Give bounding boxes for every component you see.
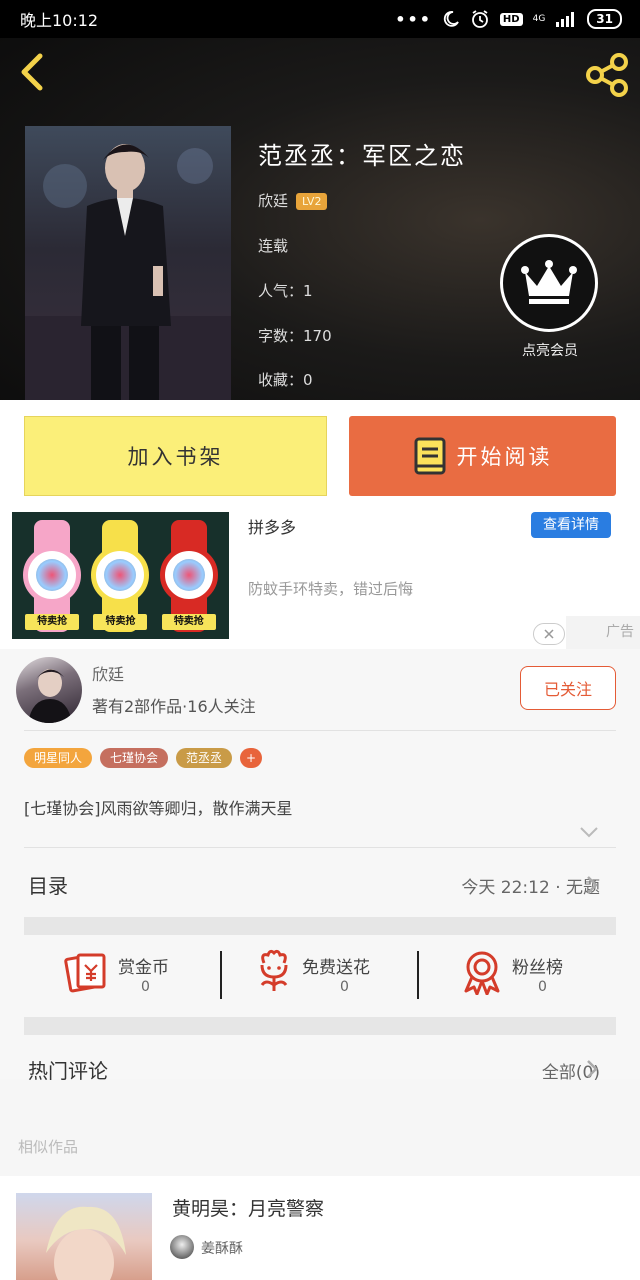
similar-work-author: 姜酥酥 bbox=[201, 1241, 243, 1257]
start-reading-button[interactable]: 开始阅读 bbox=[349, 416, 616, 496]
red-envelope-icon bbox=[64, 953, 106, 993]
stat-separator bbox=[220, 951, 222, 999]
hd-icon: HD bbox=[499, 12, 523, 26]
action-bar: 加入书架 开始阅读 bbox=[0, 400, 640, 512]
ad-name: 拼多多 bbox=[248, 518, 297, 537]
book-description: [七瑾协会]风雨欲等卿归，散作满天星 bbox=[24, 799, 293, 818]
cover-figure bbox=[25, 144, 231, 400]
status-bar: 晚上10:12 ••• HD 4G 31 bbox=[0, 0, 640, 38]
ad-product-yellow: 特卖抢 bbox=[89, 519, 151, 632]
vip-label: 点亮会员 bbox=[522, 343, 578, 359]
medal-icon bbox=[464, 951, 500, 995]
add-to-shelf-button[interactable]: 加入书架 bbox=[24, 416, 327, 496]
author-row: 欣廷 LV2 bbox=[258, 190, 328, 211]
send-flower-count: 0 bbox=[340, 979, 349, 995]
catalog-chevron-icon[interactable] bbox=[584, 874, 600, 896]
start-reading-label: 开始阅读 bbox=[456, 445, 553, 469]
card-author-name[interactable]: 欣廷 bbox=[92, 661, 124, 685]
hot-comments-title: 热门评论 bbox=[28, 1059, 108, 1083]
ad-close-icon[interactable] bbox=[533, 623, 565, 645]
divider bbox=[24, 730, 616, 731]
divider bbox=[24, 847, 616, 848]
ad-product-pink: 特卖抢 bbox=[21, 519, 83, 632]
crown-icon bbox=[500, 234, 598, 332]
similar-work-item[interactable]: 黄明昊：月亮警察 姜酥酥 bbox=[0, 1176, 640, 1280]
status-time: 晚上10:12 bbox=[20, 11, 99, 30]
author-stats: 著有2部作品·16人关注 bbox=[92, 697, 256, 716]
flower-icon bbox=[260, 949, 288, 991]
fan-ranking-count: 0 bbox=[538, 979, 547, 995]
fan-ranking-label: 粉丝榜 bbox=[512, 958, 563, 978]
ad-label: 广告 bbox=[566, 616, 640, 649]
ad-detail-button[interactable]: 查看详情 bbox=[531, 512, 611, 538]
network-type: 4G bbox=[532, 13, 546, 24]
similar-author-avatar bbox=[170, 1235, 194, 1259]
section-band bbox=[24, 917, 616, 935]
stat-separator bbox=[417, 951, 419, 999]
ad-banner[interactable]: 特卖抢 特卖抢 特卖抢 拼多多 防蚊手环特卖，错过后悔 查看详情 广告 bbox=[0, 512, 640, 649]
book-cover[interactable] bbox=[25, 126, 231, 400]
comments-chevron-icon[interactable] bbox=[584, 1058, 600, 1080]
book-header: 晚上10:12 ••• HD 4G 31 范丞丞：军区之恋 欣廷 LV2 连载 … bbox=[0, 0, 640, 400]
book-detail-card: 欣廷 著有2部作品·16人关注 已关注 明星同人 七瑾协会 范丞丞 + [七瑾协… bbox=[0, 649, 640, 1083]
send-flower-button[interactable]: 免费送花 0 bbox=[256, 949, 416, 1001]
serial-status: 连载 bbox=[258, 237, 289, 255]
tag-item[interactable]: 明星同人 bbox=[24, 748, 93, 768]
book-icon bbox=[414, 437, 445, 475]
add-tag-button[interactable]: + bbox=[240, 748, 263, 768]
status-icons: ••• HD 4G 31 bbox=[395, 9, 622, 29]
word-count: 字数：170 bbox=[258, 327, 332, 345]
popularity: 人气：1 bbox=[258, 282, 313, 300]
expand-chevron-icon[interactable] bbox=[578, 825, 600, 839]
alarm-icon bbox=[472, 10, 488, 28]
fan-ranking-button[interactable]: 粉丝榜 0 bbox=[462, 949, 622, 1001]
tag-list: 明星同人 七瑾协会 范丞丞 + bbox=[24, 748, 263, 768]
catalog-title[interactable]: 目录 bbox=[28, 870, 68, 899]
book-title: 范丞丞：军区之恋 bbox=[258, 142, 466, 170]
add-to-shelf-label: 加入书架 bbox=[127, 445, 224, 469]
reward-coins-button[interactable]: 赏金币 0 bbox=[64, 949, 224, 1001]
author-name[interactable]: 欣廷 bbox=[258, 192, 288, 210]
share-icon[interactable] bbox=[584, 52, 630, 98]
tag-item[interactable]: 范丞丞 bbox=[176, 748, 233, 768]
reward-coins-count: 0 bbox=[141, 979, 150, 995]
similar-works-title: 相似作品 bbox=[18, 1138, 79, 1156]
battery-icon: 31 bbox=[587, 9, 622, 29]
signal-icon bbox=[556, 12, 575, 27]
follow-button[interactable]: 已关注 bbox=[520, 666, 616, 710]
author-avatar[interactable] bbox=[16, 657, 82, 723]
vip-button[interactable]: 点亮会员 bbox=[500, 234, 600, 360]
ad-description: 防蚊手环特卖，错过后悔 bbox=[248, 580, 414, 598]
ad-product-red: 特卖抢 bbox=[158, 519, 220, 632]
reward-coins-label: 赏金币 bbox=[118, 958, 169, 978]
favorite-count: 收藏：0 bbox=[258, 371, 313, 389]
moon-icon bbox=[443, 11, 459, 27]
similar-work-cover[interactable] bbox=[16, 1193, 152, 1280]
ad-image[interactable]: 特卖抢 特卖抢 特卖抢 bbox=[12, 512, 229, 639]
more-dots-icon: ••• bbox=[395, 9, 432, 29]
catalog-latest[interactable]: 今天 22:12 · 无题 bbox=[461, 873, 600, 898]
level-badge: LV2 bbox=[296, 193, 328, 210]
section-band bbox=[24, 1017, 616, 1035]
similar-work-title: 黄明昊：月亮警察 bbox=[172, 1198, 325, 1220]
back-icon[interactable] bbox=[14, 52, 50, 92]
tag-item[interactable]: 七瑾协会 bbox=[100, 748, 169, 768]
send-flower-label: 免费送花 bbox=[302, 958, 370, 978]
